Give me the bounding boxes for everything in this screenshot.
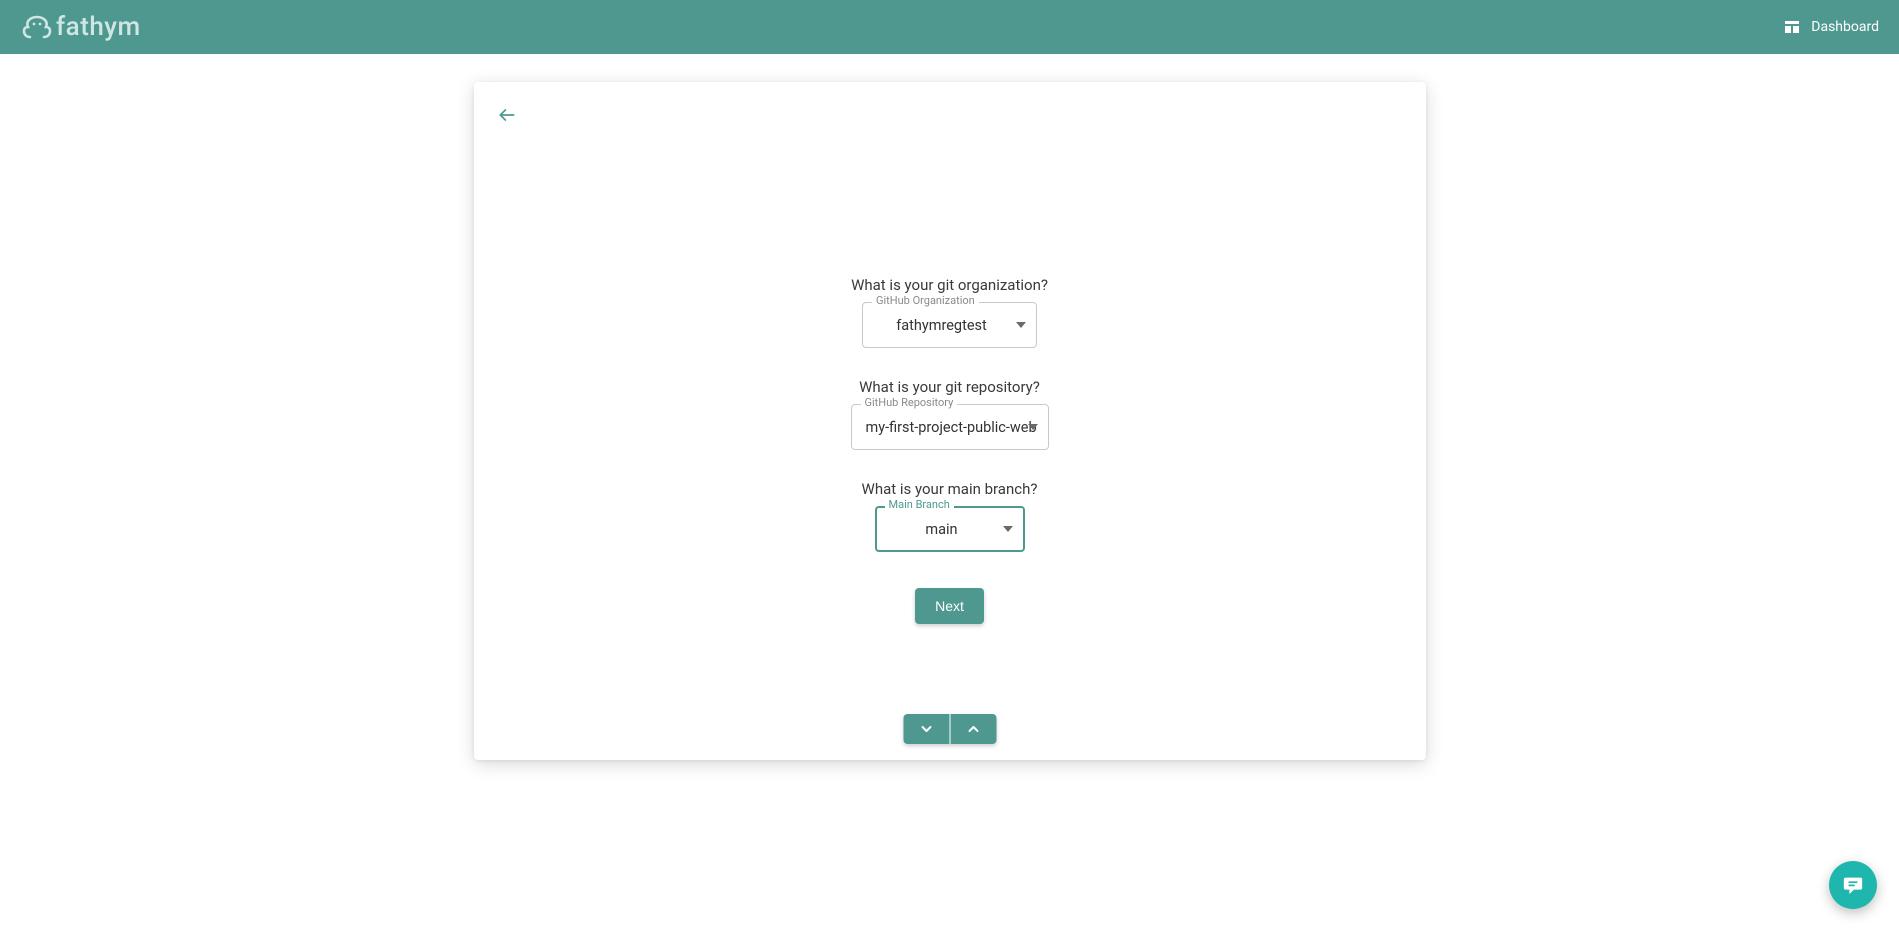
branch-field-label: Main Branch [885, 498, 954, 511]
repo-field: GitHub Repository my-first-project-publi… [851, 404, 1049, 450]
org-select-value: fathymregtest [877, 317, 1006, 334]
step-down-button[interactable] [903, 714, 949, 744]
back-button[interactable] [492, 100, 522, 130]
logo-octopus-icon [20, 12, 54, 42]
setup-card: What is your git organization? GitHub Or… [474, 82, 1426, 760]
chevron-up-icon [966, 722, 980, 736]
dashboard-label: Dashboard [1811, 19, 1879, 35]
form-area: What is your git organization? GitHub Or… [851, 276, 1049, 624]
branch-select-value: main [891, 521, 993, 538]
brand-text: fathym [56, 12, 141, 42]
repo-question: What is your git repository? [859, 378, 1040, 396]
repo-select[interactable]: my-first-project-public-web [851, 404, 1049, 450]
page-body: What is your git organization? GitHub Or… [0, 54, 1899, 800]
dashboard-icon [1783, 18, 1801, 36]
next-button[interactable]: Next [915, 588, 984, 624]
branch-field: Main Branch main [875, 506, 1025, 552]
chevron-down-icon [1016, 322, 1026, 328]
branch-select[interactable]: main [875, 506, 1025, 552]
chat-icon [1842, 874, 1864, 896]
repo-select-value: my-first-project-public-web [866, 419, 1018, 436]
chat-button[interactable] [1829, 861, 1877, 909]
dashboard-link[interactable]: Dashboard [1783, 18, 1879, 36]
org-question: What is your git organization? [851, 276, 1048, 294]
chevron-down-icon [1028, 424, 1038, 430]
org-field: GitHub Organization fathymregtest [862, 302, 1037, 348]
repo-field-label: GitHub Repository [861, 396, 958, 409]
app-header: fathym Dashboard [0, 0, 1899, 54]
step-nav [903, 714, 996, 744]
arrow-left-icon [497, 105, 517, 125]
org-select[interactable]: fathymregtest [862, 302, 1037, 348]
org-field-label: GitHub Organization [872, 294, 979, 307]
chevron-down-icon [919, 722, 933, 736]
branch-question: What is your main branch? [862, 480, 1038, 498]
brand-logo: fathym [20, 12, 141, 42]
chevron-down-icon [1003, 526, 1013, 532]
step-up-button[interactable] [950, 714, 996, 744]
